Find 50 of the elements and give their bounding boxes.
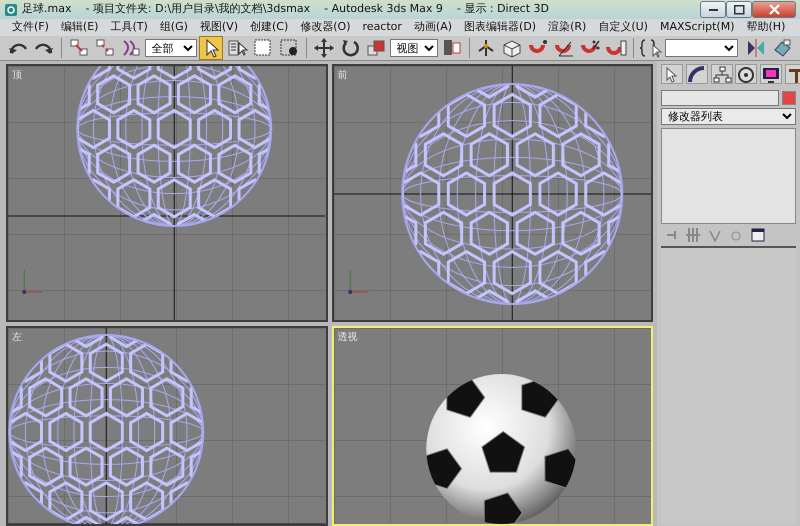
coordinate-system-dropdown[interactable]: 视图 <box>390 39 438 57</box>
modifier-list-dropdown[interactable]: 修改器列表 <box>661 108 796 126</box>
axis-tripod-icon <box>348 270 368 294</box>
viewport-label: 顶 <box>12 69 22 83</box>
configure-icon <box>750 226 766 243</box>
utilities-tab[interactable] <box>784 64 800 84</box>
maximize-icon <box>734 4 744 15</box>
modifier-stack-list[interactable] <box>661 128 796 224</box>
move-button[interactable] <box>312 36 336 60</box>
menu-item[interactable]: 图表编辑器(D) <box>458 19 542 36</box>
close-icon <box>768 4 780 16</box>
display-tab[interactable] <box>760 64 782 84</box>
menu-item[interactable]: MAXScript(M) <box>654 19 740 36</box>
axis-tripod-icon <box>22 270 43 294</box>
hierarchy-tab[interactable] <box>710 64 732 84</box>
window-title: 足球.max <box>22 1 72 18</box>
maximize-button[interactable] <box>726 1 752 18</box>
menu-item[interactable]: 文件(F) <box>6 19 55 36</box>
window-title: - 项目文件夹: D:\用户目录\我的文档\3dsmax <box>85 1 310 18</box>
object-color-swatch[interactable] <box>782 90 796 104</box>
menu-item[interactable]: 渲染(R) <box>542 19 592 36</box>
viewport-label: 前 <box>338 69 348 83</box>
minimize-button[interactable] <box>700 1 726 18</box>
menu-item[interactable]: 视图(V) <box>194 19 244 36</box>
menu-item[interactable]: 创建(C) <box>244 19 294 36</box>
move-icon <box>312 37 335 59</box>
close-button[interactable] <box>752 1 796 18</box>
window-title: - Autodesk 3ds Max 9 <box>324 1 443 18</box>
arrow-cursor-button[interactable] <box>199 36 224 60</box>
braces-cursor-icon <box>640 37 662 59</box>
menu-item[interactable]: 编辑(E) <box>54 19 104 36</box>
object-name-field[interactable] <box>661 90 780 106</box>
menu-item[interactable]: 自定义(U) <box>592 19 654 36</box>
menu-item[interactable]: reactor <box>356 19 408 36</box>
menu-item[interactable]: 工具(T) <box>104 19 154 36</box>
viewport-label: 透视 <box>338 330 358 345</box>
selection-filter-dropdown[interactable]: 全部 <box>144 39 198 57</box>
menu-item[interactable]: 帮助(H) <box>740 19 792 36</box>
named-selection-dropdown[interactable] <box>664 39 738 57</box>
create-tab[interactable] <box>661 64 683 84</box>
motion-tab[interactable] <box>735 64 758 84</box>
viewport-label: 左 <box>12 331 22 345</box>
modify-tab[interactable] <box>686 64 708 84</box>
minimize-icon <box>708 8 718 11</box>
menu-item[interactable]: 修改器(O) <box>294 19 357 36</box>
show-end-icon <box>685 226 702 243</box>
menu-item[interactable]: 动画(A) <box>408 19 458 36</box>
app-logo-icon <box>4 2 18 17</box>
menu-item[interactable]: 组(G) <box>154 19 194 36</box>
window-title: - 显示 : Direct 3D <box>456 1 549 18</box>
